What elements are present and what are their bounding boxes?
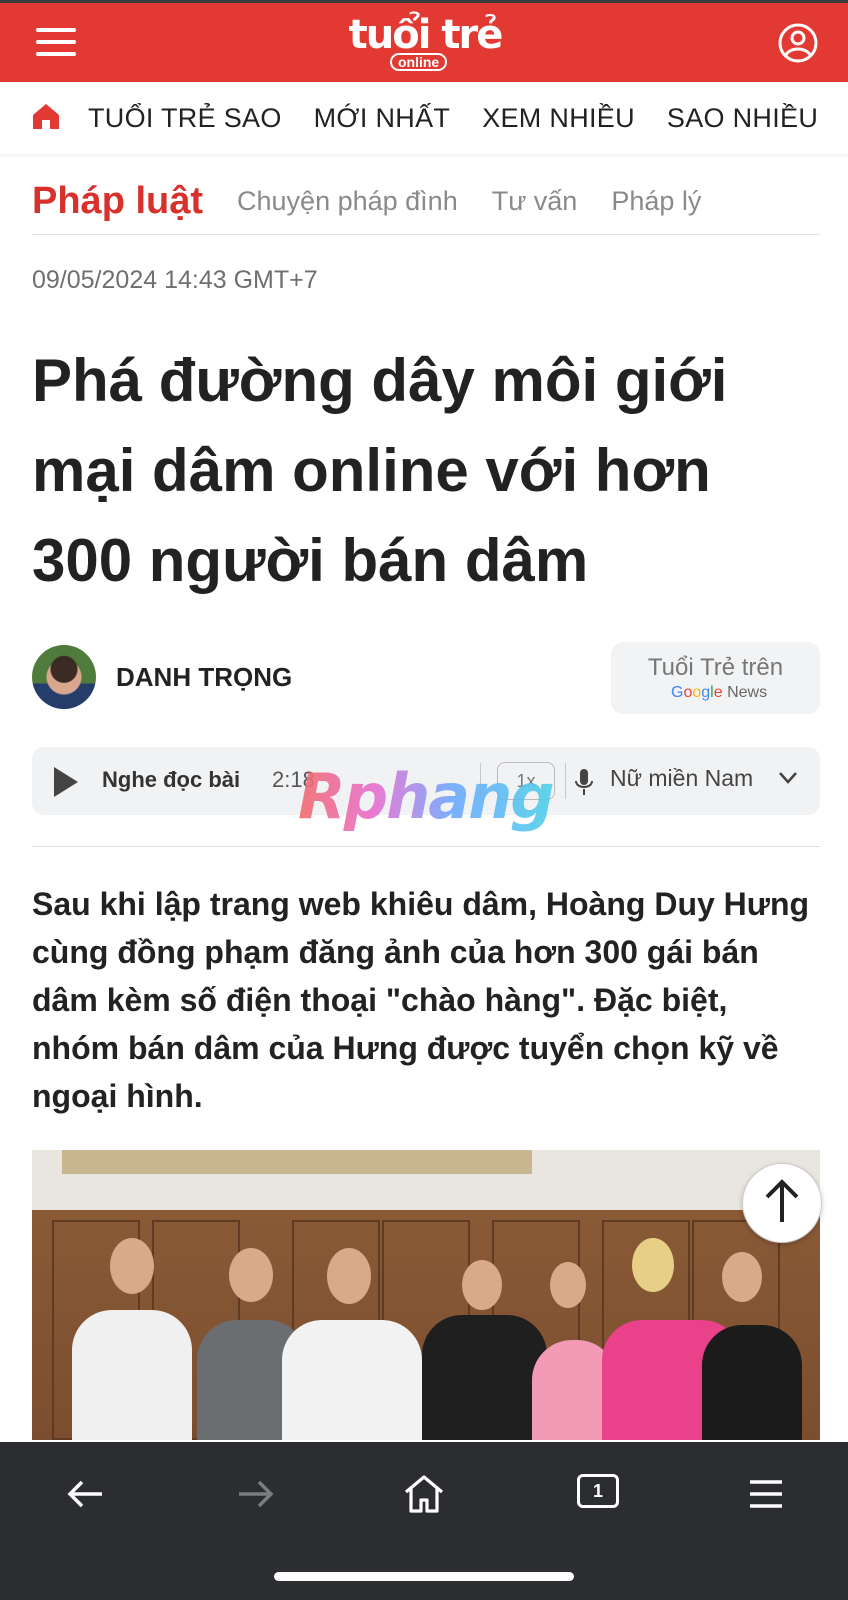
- google-news-button[interactable]: Tuổi Trẻ trên Google News: [611, 642, 820, 714]
- menu-icon[interactable]: [36, 28, 76, 58]
- publish-date: 09/05/2024 14:43 GMT+7: [32, 266, 318, 294]
- nav-item-moi-nhat[interactable]: MỚI NHẤT: [314, 103, 451, 134]
- watermark: Rphang: [298, 760, 555, 833]
- google-news-logo: Google News: [671, 684, 768, 701]
- subcategory-chuyen-phap-dinh[interactable]: Chuyện pháp đình: [237, 186, 458, 217]
- scroll-to-top-button[interactable]: [742, 1163, 822, 1243]
- main-nav: TUỔI TRẺ SAO MỚI NHẤT XEM NHIỀU SAO NHIỀ…: [0, 82, 848, 154]
- home-icon[interactable]: [30, 100, 62, 132]
- microphone-icon: [575, 769, 593, 795]
- play-icon[interactable]: [54, 767, 78, 797]
- listen-label[interactable]: Nghe đọc bài: [102, 767, 240, 793]
- forward-arrow-icon: [239, 1480, 274, 1508]
- chevron-down-icon[interactable]: [778, 771, 798, 785]
- category-main[interactable]: Pháp luật: [32, 180, 203, 223]
- user-account-icon[interactable]: [778, 23, 818, 63]
- home-indicator: [274, 1572, 574, 1581]
- back-arrow-icon[interactable]: [64, 1472, 108, 1516]
- google-news-label: Tuổi Trẻ trên: [647, 654, 784, 681]
- article-photo[interactable]: [32, 1150, 820, 1440]
- site-header: tuổi trẻ online: [0, 0, 848, 82]
- article-title: Phá đường dây môi giới mại dâm online vớ…: [32, 347, 728, 594]
- tabs-button[interactable]: 1: [577, 1474, 619, 1508]
- browser-toolbar: 1: [0, 1442, 848, 1600]
- author-avatar[interactable]: [32, 645, 96, 709]
- nav-item-sao-nhieu[interactable]: SAO NHIỀU: [667, 103, 818, 134]
- subcategory-tu-van[interactable]: Tư vấn: [492, 186, 578, 217]
- category-breadcrumb: Pháp luật Chuyện pháp đình Tư vấn Pháp l…: [32, 168, 820, 235]
- content-divider: [32, 846, 820, 847]
- divider: [565, 763, 566, 799]
- logo-text: tuổi trẻ: [348, 12, 504, 58]
- browser-menu-icon[interactable]: [744, 1472, 788, 1516]
- author-name[interactable]: DANH TRỌNG: [116, 662, 292, 693]
- subcategory-phap-ly[interactable]: Pháp lý: [611, 186, 701, 217]
- nav-item-xem-nhieu[interactable]: XEM NHIỀU: [482, 103, 635, 134]
- voice-select[interactable]: Nữ miền Nam: [610, 765, 753, 792]
- article-summary: Sau khi lập trang web khiêu dâm, Hoàng D…: [32, 886, 810, 1114]
- browser-home-icon[interactable]: [402, 1472, 446, 1516]
- site-logo[interactable]: tuổi trẻ online: [340, 13, 510, 73]
- logo-subtext: online: [390, 53, 448, 71]
- nav-item-tuoi-tre-sao[interactable]: TUỔI TRẺ SAO: [88, 103, 282, 134]
